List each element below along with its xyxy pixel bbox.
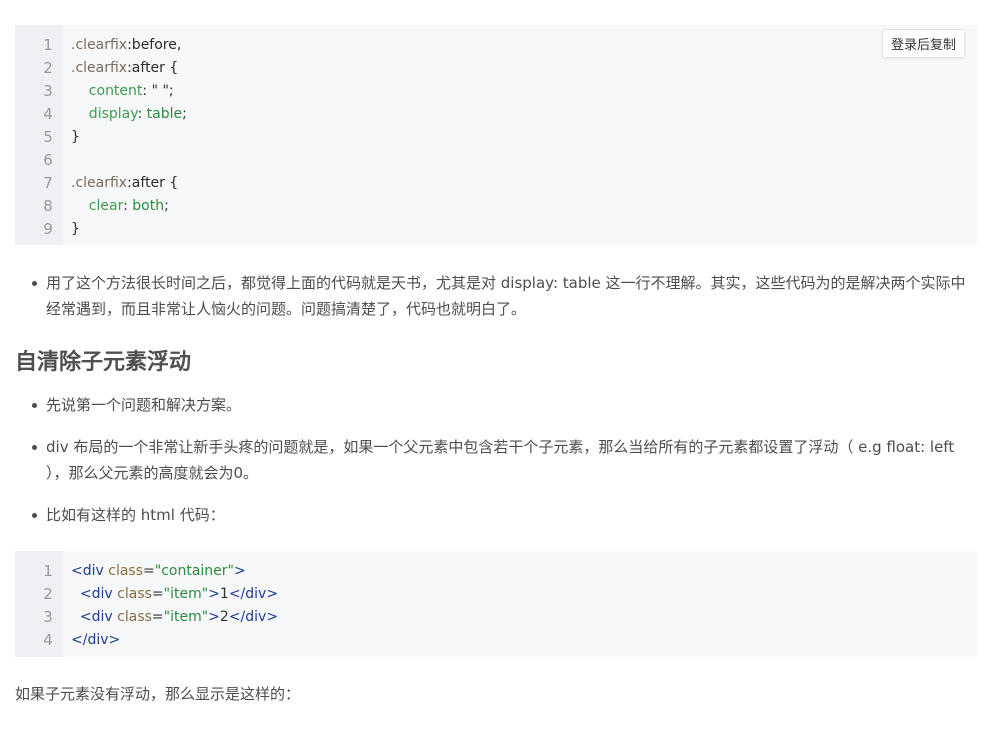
code-token: = — [151, 609, 164, 625]
line-number: 9 — [43, 220, 53, 238]
code-token: "container" — [154, 563, 234, 579]
copy-code-button[interactable]: 登录后复制 — [881, 29, 965, 58]
line-number-gutter: 1 2 3 4 5 6 7 8 9 — [15, 25, 63, 245]
code-token: </div> — [71, 632, 121, 648]
code-line: <div class="container"> — [71, 560, 977, 583]
line-number: 2 — [43, 59, 53, 77]
line-number: 1 — [43, 36, 53, 54]
line-number-gutter: 1 2 3 4 — [15, 551, 63, 657]
code-token: .clearfix — [71, 37, 128, 53]
code-token: class — [108, 563, 144, 579]
section-heading: 自清除子元素浮动 — [15, 350, 192, 375]
line-number: 1 — [43, 562, 53, 580]
code-token: = — [143, 563, 155, 579]
code-token: : " "; — [142, 83, 174, 99]
line-number: 4 — [43, 105, 53, 123]
code-token: both — [132, 198, 165, 214]
line-number: 7 — [43, 174, 53, 192]
code-line: } — [71, 126, 977, 149]
line-number: 2 — [43, 585, 53, 603]
code-token: display — [71, 106, 138, 122]
line-number: 5 — [43, 128, 53, 146]
code-token: 1 — [219, 586, 229, 602]
code-token: 2 — [219, 609, 229, 625]
code-token: </div> — [228, 609, 279, 625]
code-line: </div> — [71, 629, 977, 652]
code-token: } — [71, 221, 80, 237]
code-line: content: " "; — [71, 80, 977, 103]
code-token: .clearfix — [71, 175, 128, 191]
bullet-list: 先说第一个问题和解决方案。 div 布局的一个非常让新手头疼的问题就是，如果一个… — [15, 392, 977, 544]
code-line: .clearfix:after { — [71, 57, 977, 80]
code-token: :before, — [127, 37, 182, 53]
code-token: <div — [71, 586, 118, 602]
code-token: table — [146, 106, 183, 122]
paragraph: 如果子元素没有浮动，那么显示是这样的： — [15, 685, 301, 703]
code-line: .clearfix:after { — [71, 172, 977, 195]
code-token: ; — [164, 198, 169, 214]
code-token: class — [117, 586, 152, 602]
code-content[interactable]: <div class="container"> <div class="item… — [63, 551, 977, 657]
code-token: > — [208, 609, 220, 625]
code-line: .clearfix:before, — [71, 34, 977, 57]
list-item: div 布局的一个非常让新手头疼的问题就是，如果一个父元素中包含若干个子元素，那… — [15, 434, 977, 486]
code-token: "item" — [163, 609, 209, 625]
code-line: <div class="item">1</div> — [71, 583, 977, 606]
line-number: 4 — [43, 631, 53, 649]
code-token: clear — [71, 198, 124, 214]
code-line: clear: both; — [71, 195, 977, 218]
code-token: : — [123, 198, 133, 214]
line-number: 6 — [43, 151, 53, 169]
line-number: 8 — [43, 197, 53, 215]
code-token: .clearfix — [71, 60, 128, 76]
code-token: :after { — [127, 175, 179, 191]
code-token: class — [117, 609, 152, 625]
code-token: : — [137, 106, 147, 122]
code-token: "item" — [163, 586, 209, 602]
code-token: content — [71, 83, 143, 99]
code-token: = — [151, 586, 164, 602]
line-number: 3 — [43, 82, 53, 100]
list-item: 比如有这样的 html 代码： — [15, 502, 977, 528]
code-block-html: 1234 <div class="container"> <div class=… — [15, 551, 977, 657]
code-line: display: table; — [71, 103, 977, 126]
code-token: > — [233, 563, 246, 579]
code-token: :after { — [127, 60, 179, 76]
code-token: } — [71, 129, 80, 145]
list-item: 先说第一个问题和解决方案。 — [15, 392, 977, 418]
code-token: ; — [182, 106, 187, 122]
code-token: <div — [71, 563, 109, 579]
code-content[interactable]: .clearfix:before, .clearfix:after { conte… — [63, 25, 977, 245]
code-block-css: 123456789 .clearfix:before, .clearfix:aft… — [15, 25, 977, 245]
code-token: > — [208, 586, 220, 602]
bullet-list: 用了这个方法很长时间之后，都觉得上面的代码就是天书，尤其是对 display: … — [15, 270, 977, 322]
code-token: <div — [71, 609, 118, 625]
code-line: <div class="item">2</div> — [71, 606, 977, 629]
code-token: </div> — [228, 586, 279, 602]
list-item: 用了这个方法很长时间之后，都觉得上面的代码就是天书，尤其是对 display: … — [15, 270, 977, 322]
code-line: } — [71, 218, 977, 241]
line-number: 3 — [43, 608, 53, 626]
